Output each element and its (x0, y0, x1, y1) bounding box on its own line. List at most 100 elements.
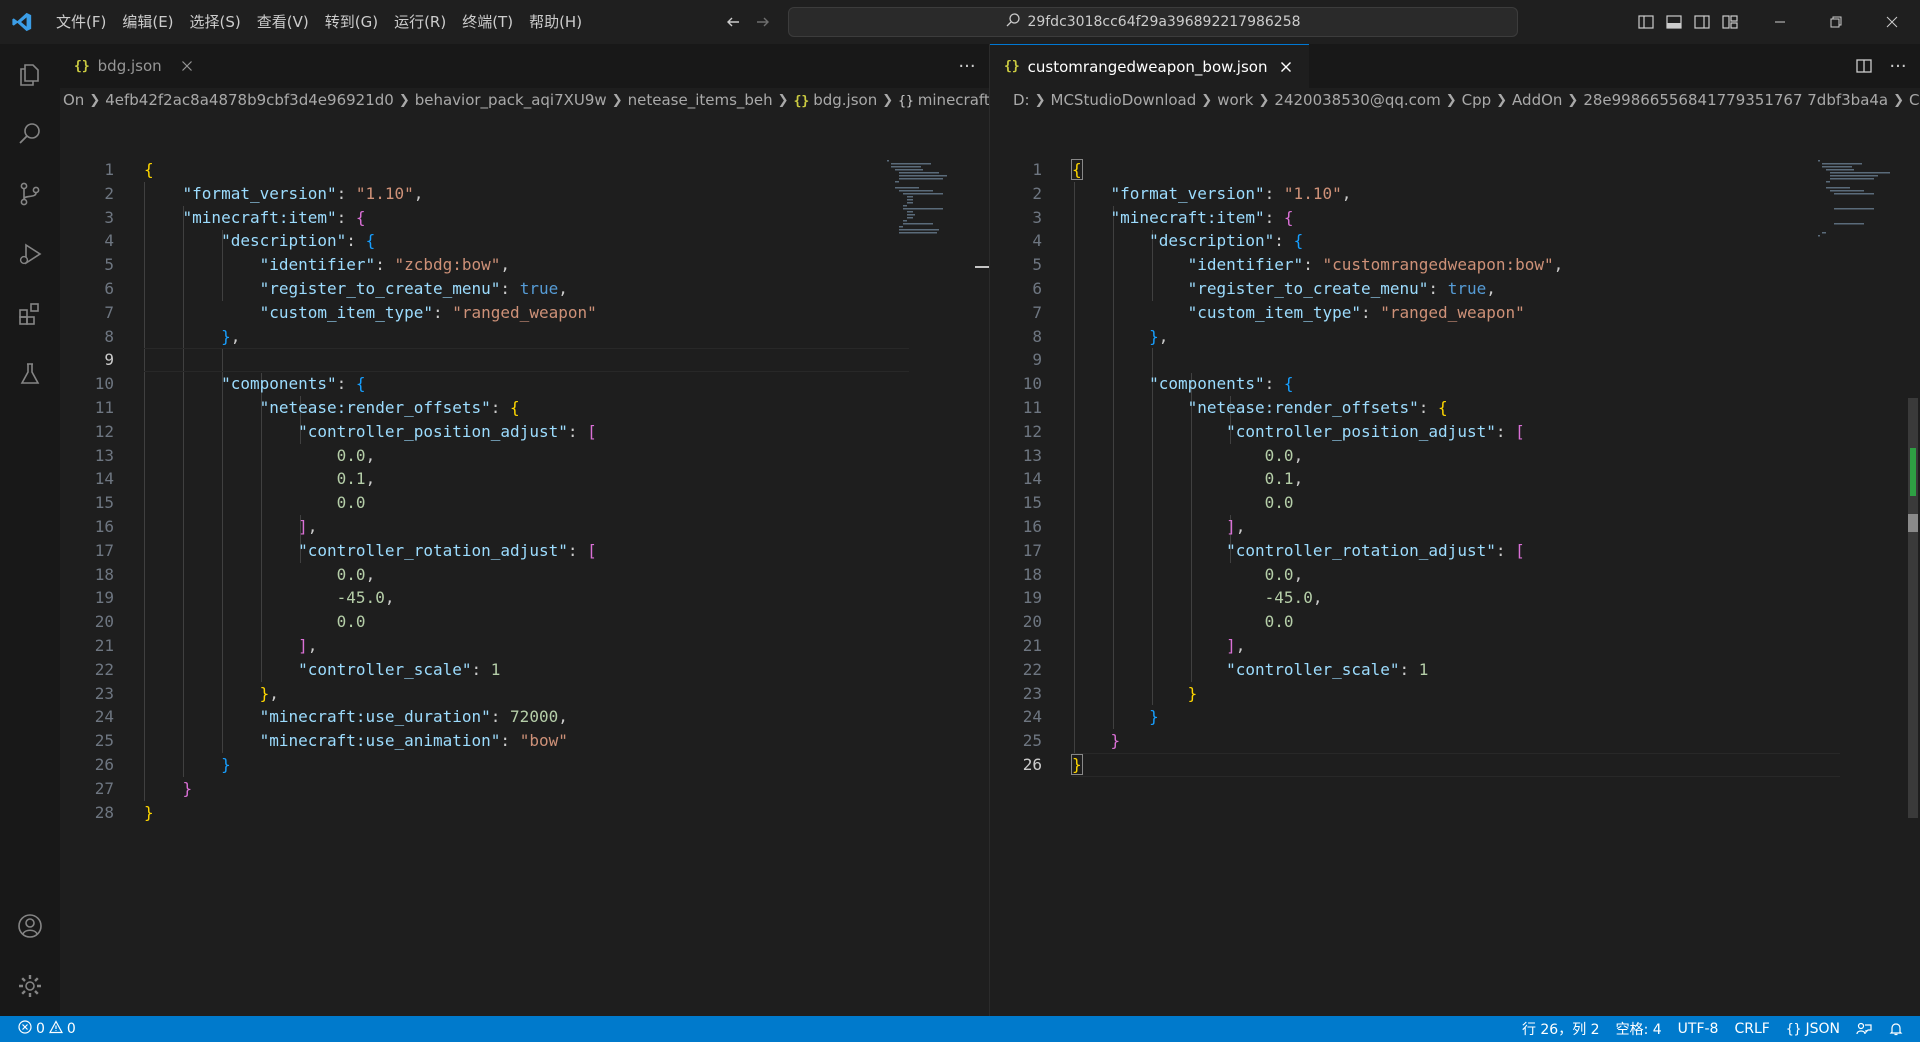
json-braces-icon: {} (1004, 59, 1020, 74)
chevron-right-icon: ❯ (1496, 92, 1508, 108)
menu-bar: 文件(F) 编辑(E) 选择(S) 查看(V) 转到(G) 运行(R) 终端(T… (48, 0, 590, 44)
scrollbar-left[interactable] (975, 158, 989, 1016)
breadcrumb-file[interactable]: {} bdg.json (791, 91, 881, 109)
code-line: 2 "format_version": "1.10", (1032, 183, 1352, 203)
code-line: 13 0.0, (1022, 445, 1304, 465)
command-center-text: 29fdc3018cc64f29a396892217986258 (1027, 14, 1301, 30)
indentation[interactable]: 空格: 4 (1608, 1016, 1670, 1042)
breadcrumb-item[interactable]: work (1214, 91, 1256, 109)
breadcrumb-item[interactable]: CustomR (1906, 91, 1920, 109)
menu-help[interactable]: 帮助(H) (521, 7, 590, 37)
activity-bar (0, 44, 60, 1016)
menu-selection[interactable]: 选择(S) (182, 7, 249, 37)
code-line: 16 ], (1022, 516, 1246, 536)
tab-bar-right: {} customrangedweapon_bow.json ··· (990, 44, 1920, 88)
notifications-bell-icon[interactable] (1880, 1016, 1912, 1042)
account-icon[interactable] (0, 896, 60, 956)
menu-view[interactable]: 查看(V) (249, 7, 317, 37)
code-line: 4 "description": { (1032, 231, 1304, 251)
toggle-primary-sidebar-icon[interactable] (1636, 12, 1656, 32)
breadcrumb-item[interactable]: D: (1010, 91, 1033, 109)
code-line: 5 "identifier": "customrangedweapon:bow"… (1032, 255, 1564, 275)
minimap-right[interactable] (1816, 158, 1906, 238)
minimap-left[interactable] (885, 158, 975, 238)
feedback-icon[interactable] (1848, 1016, 1880, 1042)
chevron-right-icon: ❯ (398, 92, 410, 108)
command-center-search[interactable]: 29fdc3018cc64f29a396892217986258 (788, 7, 1518, 37)
language-mode[interactable]: {} JSON (1778, 1016, 1848, 1042)
tab-label: customrangedweapon_bow.json (1027, 57, 1268, 76)
explorer-icon[interactable] (0, 44, 60, 104)
search-view-icon[interactable] (0, 104, 60, 164)
more-actions-icon[interactable]: ··· (1886, 54, 1910, 78)
extensions-icon[interactable] (0, 284, 60, 344)
breadcrumb-symbol[interactable]: {}minecraft:item (895, 91, 989, 109)
json-braces-icon: {} (74, 58, 90, 74)
menu-run[interactable]: 运行(R) (386, 7, 454, 37)
settings-gear-icon[interactable] (0, 956, 60, 1016)
scrollbar-right[interactable] (1906, 158, 1920, 1016)
title-bar: 文件(F) 编辑(E) 选择(S) 查看(V) 转到(G) 运行(R) 终端(T… (0, 0, 1920, 44)
menu-file[interactable]: 文件(F) (48, 7, 114, 37)
breadcrumb-item[interactable]: AddOn (1509, 91, 1565, 109)
chevron-right-icon: ❯ (1201, 92, 1213, 108)
code-line: 25 "minecraft:use_animation": "bow" (94, 731, 568, 751)
close-window-icon[interactable] (1864, 0, 1920, 44)
problems-indicator[interactable]: 0 0 (0, 1016, 84, 1042)
breadcrumb-item[interactable]: On (60, 91, 87, 109)
breadcrumb-item[interactable]: Cpp (1459, 91, 1495, 109)
encoding[interactable]: UTF-8 (1670, 1016, 1727, 1042)
menu-edit[interactable]: 编辑(E) (114, 7, 181, 37)
status-bar: 0 0 行 26，列 2 空格: 4 UTF-8 CRLF {} JSON (0, 1016, 1920, 1042)
restore-icon[interactable] (1808, 0, 1864, 44)
chevron-right-icon: ❯ (1893, 92, 1905, 108)
customize-layout-icon[interactable] (1720, 12, 1740, 32)
breadcrumb-item[interactable]: behavior_pack_aqi7XU9w (412, 91, 610, 109)
code-line: 12 "controller_position_adjust": [ (94, 421, 597, 441)
breadcrumb-item[interactable]: MCStudioDownload (1048, 91, 1200, 109)
code-line: 7 "custom_item_type": "ranged_weapon" (1032, 302, 1525, 322)
code-line: 11 "netease:render_offsets": { (94, 397, 520, 417)
breadcrumb-item[interactable]: 4efb42f2ac8a4878b9cbf3d4e96921d0 (102, 91, 397, 109)
source-control-icon[interactable] (0, 164, 60, 224)
tab-customrangedweapon-bow-json[interactable]: {} customrangedweapon_bow.json (990, 44, 1310, 88)
forward-arrow-icon[interactable] (752, 11, 774, 33)
breadcrumb-item[interactable]: netease_items_beh (625, 91, 776, 109)
code-line: 1{ (1032, 159, 1083, 180)
toggle-secondary-sidebar-icon[interactable] (1692, 12, 1712, 32)
code-line: 16 ], (94, 516, 318, 536)
code-line: 4 "description": { (104, 231, 376, 251)
chevron-right-icon: ❯ (1258, 92, 1270, 108)
tab-bar-left: {} bdg.json ··· (60, 44, 989, 88)
tab-bdg-json[interactable]: {} bdg.json (60, 44, 210, 88)
error-count: 0 (36, 1021, 45, 1037)
code-line: 20 0.0 (94, 612, 366, 632)
code-editor-right[interactable]: 1{ 2 "format_version": "1.10", 3 "minecr… (990, 158, 1920, 777)
code-line: 14 0.1, (94, 469, 376, 489)
testing-flask-icon[interactable] (0, 344, 60, 404)
back-arrow-icon[interactable] (722, 11, 744, 33)
minimize-icon[interactable] (1752, 0, 1808, 44)
code-editor-left[interactable]: 1{ 2 "format_version": "1.10", 3 "minecr… (60, 158, 989, 824)
code-line: 23 }, (94, 683, 279, 703)
run-debug-icon[interactable] (0, 224, 60, 284)
close-icon[interactable] (178, 57, 196, 75)
code-line: 6 "register_to_create_menu": true, (104, 278, 568, 298)
line-ending[interactable]: CRLF (1726, 1016, 1777, 1042)
warning-count: 0 (66, 1021, 76, 1037)
menu-go[interactable]: 转到(G) (317, 7, 386, 37)
menu-terminal[interactable]: 终端(T) (454, 7, 521, 37)
error-icon (18, 1020, 32, 1038)
code-line: 10 "components": { (94, 374, 366, 394)
breadcrumb-item[interactable]: 28e99866556841779351767 7dbf3ba4a (1580, 91, 1891, 109)
code-line: 28} (94, 802, 154, 822)
code-line: 3 "minecraft:item": { (1032, 207, 1294, 227)
close-icon[interactable] (1277, 58, 1295, 76)
toggle-panel-icon[interactable] (1664, 12, 1684, 32)
breadcrumb-item[interactable]: 2420038530@qq.com (1271, 91, 1443, 109)
code-line: 25 } (1022, 731, 1121, 751)
more-actions-icon[interactable]: ··· (955, 54, 979, 78)
split-editor-icon[interactable] (1852, 54, 1876, 78)
chevron-right-icon: ❯ (882, 92, 894, 108)
cursor-position[interactable]: 行 26，列 2 (1514, 1016, 1608, 1042)
